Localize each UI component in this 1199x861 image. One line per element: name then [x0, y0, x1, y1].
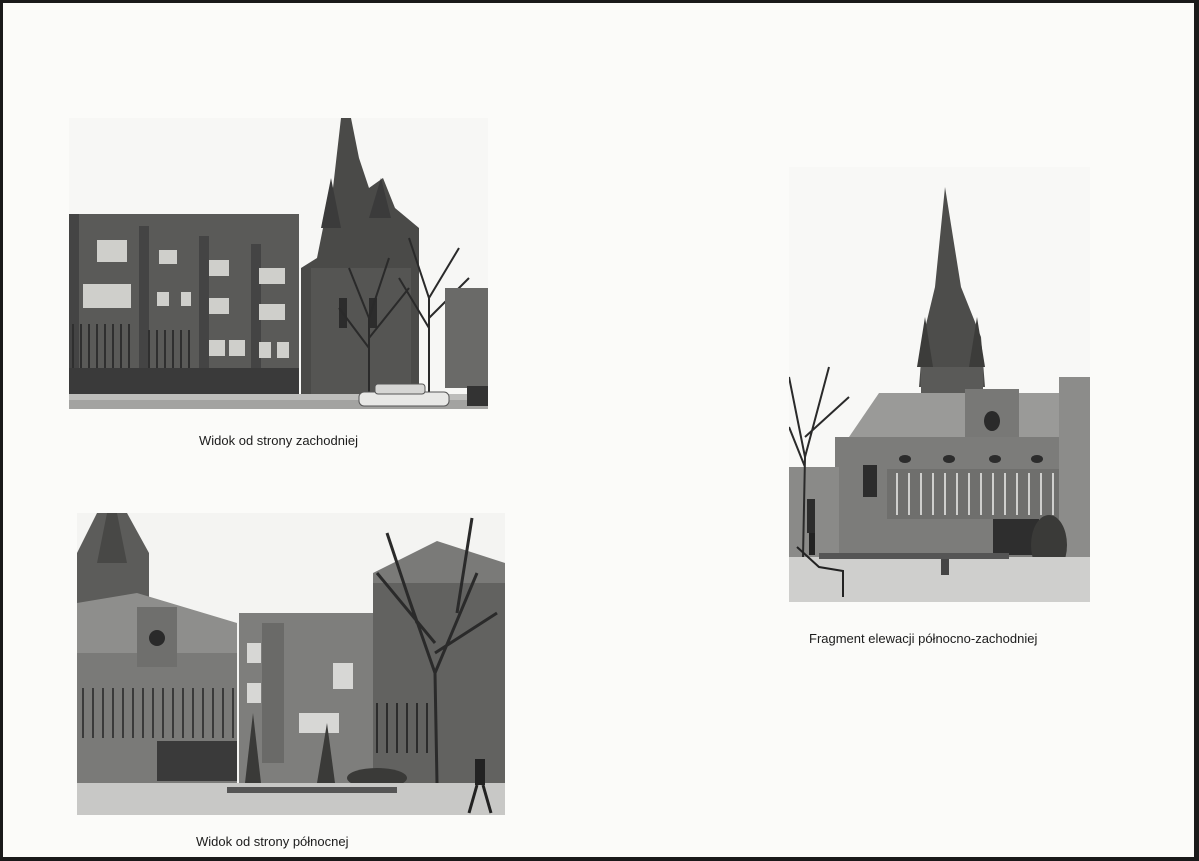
photo-northwest-fragment: [789, 167, 1090, 602]
caption-west-view: Widok od strony zachodniej: [199, 433, 358, 448]
document-page: Widok od strony zachodniej Widok od stro…: [3, 3, 1194, 857]
photo-north-view: [77, 513, 505, 815]
caption-north-view: Widok od strony północnej: [196, 834, 349, 849]
caption-northwest-fragment: Fragment elewacji północno-zachodniej: [809, 631, 1038, 646]
photo-west-view: [69, 118, 488, 409]
